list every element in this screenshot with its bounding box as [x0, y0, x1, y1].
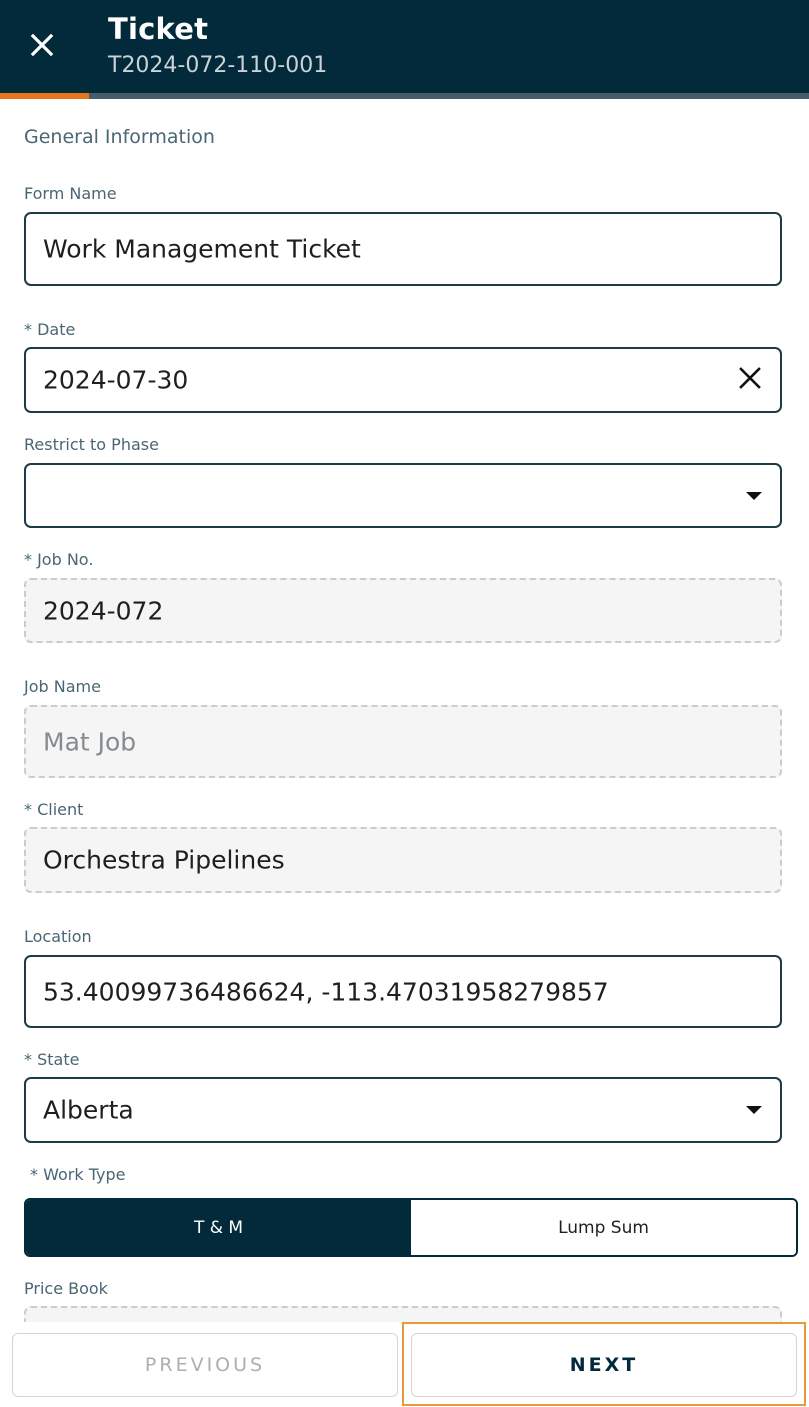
location-input[interactable]: 53.40099736486624, -113.47031958279857	[24, 955, 782, 1028]
state-label: * State	[24, 1050, 80, 1069]
location-value: 53.40099736486624, -113.47031958279857	[43, 977, 609, 1006]
date-input[interactable]: 2024-07-30	[24, 347, 782, 413]
progress-bar	[0, 93, 809, 99]
work-type-label: * Work Type	[30, 1165, 126, 1184]
job-no-value: 2024-072	[43, 596, 164, 625]
form-name-input[interactable]: Work Management Ticket	[24, 212, 782, 286]
app-header: Ticket T2024-072-110-001	[0, 0, 809, 99]
work-type-option-tm[interactable]: T & M	[26, 1200, 411, 1255]
job-no-label: * Job No.	[24, 550, 94, 569]
restrict-to-phase-label: Restrict to Phase	[24, 435, 159, 454]
ticket-number: T2024-072-110-001	[108, 53, 328, 78]
previous-button[interactable]: PREVIOUS	[12, 1333, 398, 1397]
date-value: 2024-07-30	[43, 365, 189, 395]
close-icon[interactable]	[27, 30, 57, 60]
form-name-value: Work Management Ticket	[43, 234, 361, 264]
client-value: Orchestra Pipelines	[43, 845, 285, 875]
next-button[interactable]: NEXT	[411, 1333, 797, 1397]
state-select[interactable]: Alberta	[24, 1077, 782, 1143]
state-value: Alberta	[43, 1095, 134, 1125]
chevron-down-icon[interactable]	[746, 1106, 762, 1114]
bottom-nav: PREVIOUS NEXT	[0, 1322, 809, 1407]
job-name-field: Mat Job	[24, 705, 782, 778]
section-title: General Information	[24, 126, 215, 148]
job-no-field: 2024-072	[24, 578, 782, 643]
work-type-toggle: T & M Lump Sum	[24, 1198, 798, 1257]
work-type-option-lump-sum[interactable]: Lump Sum	[411, 1200, 796, 1255]
client-label: * Client	[24, 800, 84, 819]
progress-fill	[0, 93, 89, 99]
clear-icon[interactable]	[738, 366, 762, 394]
chevron-down-icon[interactable]	[746, 491, 762, 500]
restrict-to-phase-select[interactable]	[24, 463, 782, 528]
form-name-label: Form Name	[24, 184, 117, 203]
location-label: Location	[24, 927, 92, 946]
price-book-label: Price Book	[24, 1279, 108, 1298]
job-name-label: Job Name	[24, 677, 101, 696]
date-label: * Date	[24, 320, 76, 339]
job-name-value: Mat Job	[43, 727, 137, 756]
client-field: Orchestra Pipelines	[24, 827, 782, 893]
page-title: Ticket	[108, 12, 209, 46]
